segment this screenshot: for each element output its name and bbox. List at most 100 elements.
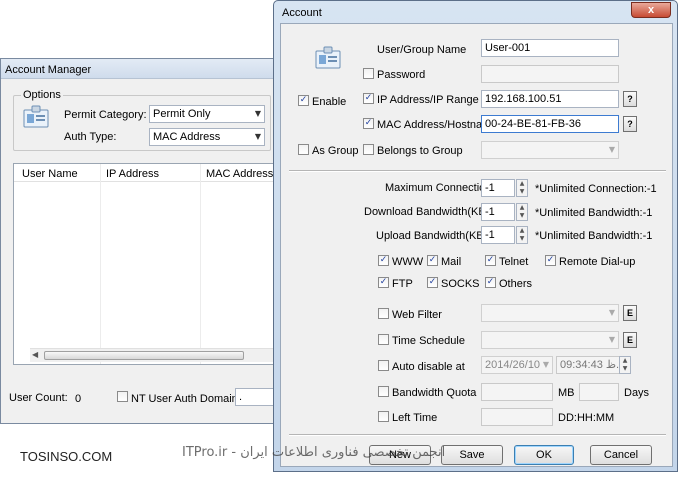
time-schedule-edit-button[interactable]: E <box>623 332 637 348</box>
nt-auth-domain-value: . <box>239 391 243 403</box>
spin-down-icon[interactable]: ▼ <box>517 212 527 220</box>
upload-bandwidth-value: -1 <box>485 229 495 241</box>
column-header-user-name[interactable]: User Name <box>22 168 78 180</box>
time-schedule-select[interactable]: ▼ <box>481 331 619 349</box>
check-icon: ✓ <box>428 255 437 265</box>
password-checkbox[interactable] <box>363 68 374 79</box>
horizontal-scrollbar[interactable]: ◀ <box>30 348 274 362</box>
permit-category-select[interactable]: Permit Only ▼ <box>149 105 265 123</box>
others-checkbox[interactable]: ✓ <box>485 277 496 288</box>
ip-help-button[interactable]: ? <box>623 91 637 107</box>
left-time-format: DD:HH:MM <box>558 412 615 424</box>
ip-address-input[interactable]: 192.168.100.51 <box>481 90 619 108</box>
download-bandwidth-spinner[interactable]: ▲ ▼ <box>516 203 528 221</box>
upload-bandwidth-spinner[interactable]: ▲ ▼ <box>516 226 528 244</box>
as-group-label: As Group <box>312 145 359 157</box>
max-connections-value: -1 <box>485 182 495 194</box>
scroll-left-icon[interactable]: ◀ <box>32 350 38 359</box>
download-bandwidth-input[interactable]: -1 <box>481 203 515 221</box>
nt-auth-domain-label: NT User Auth Domain: <box>131 393 241 405</box>
auto-disable-time-value: 09:34:43 ق.ظ <box>560 359 620 371</box>
check-icon: ✓ <box>379 255 388 265</box>
as-group-checkbox[interactable] <box>298 144 309 155</box>
check-icon: ✓ <box>428 277 437 287</box>
spin-up-icon[interactable]: ▲ <box>517 204 527 212</box>
auto-disable-time-spinner[interactable]: ▲ ▼ <box>619 356 631 374</box>
column-header-mac-address[interactable]: MAC Address <box>206 168 273 180</box>
upload-bandwidth-input[interactable]: -1 <box>481 226 515 244</box>
auto-disable-checkbox[interactable] <box>378 360 389 371</box>
telnet-checkbox[interactable]: ✓ <box>485 255 496 266</box>
bandwidth-quota-checkbox[interactable] <box>378 386 389 397</box>
save-button[interactable]: Save <box>441 445 503 465</box>
mac-address-checkbox[interactable]: ✓ <box>363 118 374 129</box>
remote-dialup-checkbox[interactable]: ✓ <box>545 255 556 266</box>
column-header-ip-address[interactable]: IP Address <box>106 168 159 180</box>
close-icon: x <box>647 4 655 16</box>
web-filter-edit-button[interactable]: E <box>623 305 637 321</box>
ftp-checkbox[interactable]: ✓ <box>378 277 389 288</box>
belongs-to-group-checkbox[interactable] <box>363 144 374 155</box>
remote-dialup-label: Remote Dial-up <box>559 256 636 268</box>
table-header: User Name IP Address MAC Address <box>14 164 274 364</box>
nt-auth-domain-input[interactable]: . <box>235 388 275 406</box>
ip-address-value: 192.168.100.51 <box>485 93 562 105</box>
scrollbar-thumb[interactable] <box>44 351 244 360</box>
user-list-table[interactable]: User Name IP Address MAC Address ◀ <box>13 163 275 365</box>
help-icon: ? <box>627 94 633 104</box>
www-label: WWW <box>392 256 424 268</box>
chevron-down-icon: ▼ <box>608 145 615 154</box>
bandwidth-quota-input[interactable] <box>481 383 553 401</box>
max-connections-input[interactable]: -1 <box>481 179 515 197</box>
ip-address-checkbox[interactable]: ✓ <box>363 93 374 104</box>
account-dialog-title: Account <box>282 7 322 19</box>
spin-up-icon[interactable]: ▲ <box>517 180 527 188</box>
user-card-icon <box>23 105 49 128</box>
chevron-down-icon: ▼ <box>254 109 261 118</box>
mail-checkbox[interactable]: ✓ <box>427 255 438 266</box>
nt-auth-domain-checkbox[interactable] <box>117 391 128 402</box>
download-bandwidth-value: -1 <box>485 206 495 218</box>
password-input[interactable] <box>481 65 619 83</box>
mac-address-value: 00-24-BE-81-FB-36 <box>485 118 581 130</box>
web-filter-select[interactable]: ▼ <box>481 304 619 322</box>
www-checkbox[interactable]: ✓ <box>378 255 389 266</box>
mac-help-button[interactable]: ? <box>623 116 637 132</box>
edit-icon: E <box>626 335 633 345</box>
options-group-label: Options <box>21 89 63 101</box>
user-group-name-label: User/Group Name <box>377 44 467 56</box>
save-button-label: Save <box>459 449 485 461</box>
spin-down-icon[interactable]: ▼ <box>517 188 527 196</box>
telnet-label: Telnet <box>499 256 529 268</box>
ok-button[interactable]: OK <box>514 445 574 465</box>
mac-address-label: MAC Address/Hostname <box>377 119 498 131</box>
spin-up-icon[interactable]: ▲ <box>620 357 630 365</box>
enable-label: Enable <box>312 96 347 108</box>
check-icon: ✓ <box>299 95 308 105</box>
time-schedule-label: Time Schedule <box>392 335 465 347</box>
close-button[interactable]: x <box>631 2 671 18</box>
spin-down-icon[interactable]: ▼ <box>620 365 630 373</box>
belongs-to-group-select[interactable]: ▼ <box>481 141 619 159</box>
user-group-name-input[interactable]: User-001 <box>481 39 619 57</box>
time-schedule-checkbox[interactable] <box>378 334 389 345</box>
chevron-down-icon: ▼ <box>608 335 615 344</box>
web-filter-checkbox[interactable] <box>378 308 389 319</box>
column-divider <box>100 164 101 364</box>
quota-days-input[interactable] <box>579 383 619 401</box>
chevron-down-icon: ▼ <box>254 132 261 141</box>
spin-up-icon[interactable]: ▲ <box>517 227 527 235</box>
enable-checkbox[interactable]: ✓ <box>298 95 309 106</box>
user-count-label: User Count: <box>9 392 68 404</box>
separator <box>289 434 666 436</box>
max-connections-spinner[interactable]: ▲ ▼ <box>516 179 528 197</box>
spin-down-icon[interactable]: ▼ <box>517 235 527 243</box>
mac-address-input[interactable]: 00-24-BE-81-FB-36 <box>481 115 619 133</box>
auto-disable-time-input[interactable]: 09:34:43 ق.ظ <box>556 356 620 374</box>
left-time-checkbox[interactable] <box>378 411 389 422</box>
socks-checkbox[interactable]: ✓ <box>427 277 438 288</box>
auth-type-select[interactable]: MAC Address ▼ <box>149 128 265 146</box>
cancel-button[interactable]: Cancel <box>590 445 652 465</box>
auto-disable-date-picker[interactable]: 2014/26/10 ▼ <box>481 356 553 374</box>
left-time-input[interactable] <box>481 408 553 426</box>
